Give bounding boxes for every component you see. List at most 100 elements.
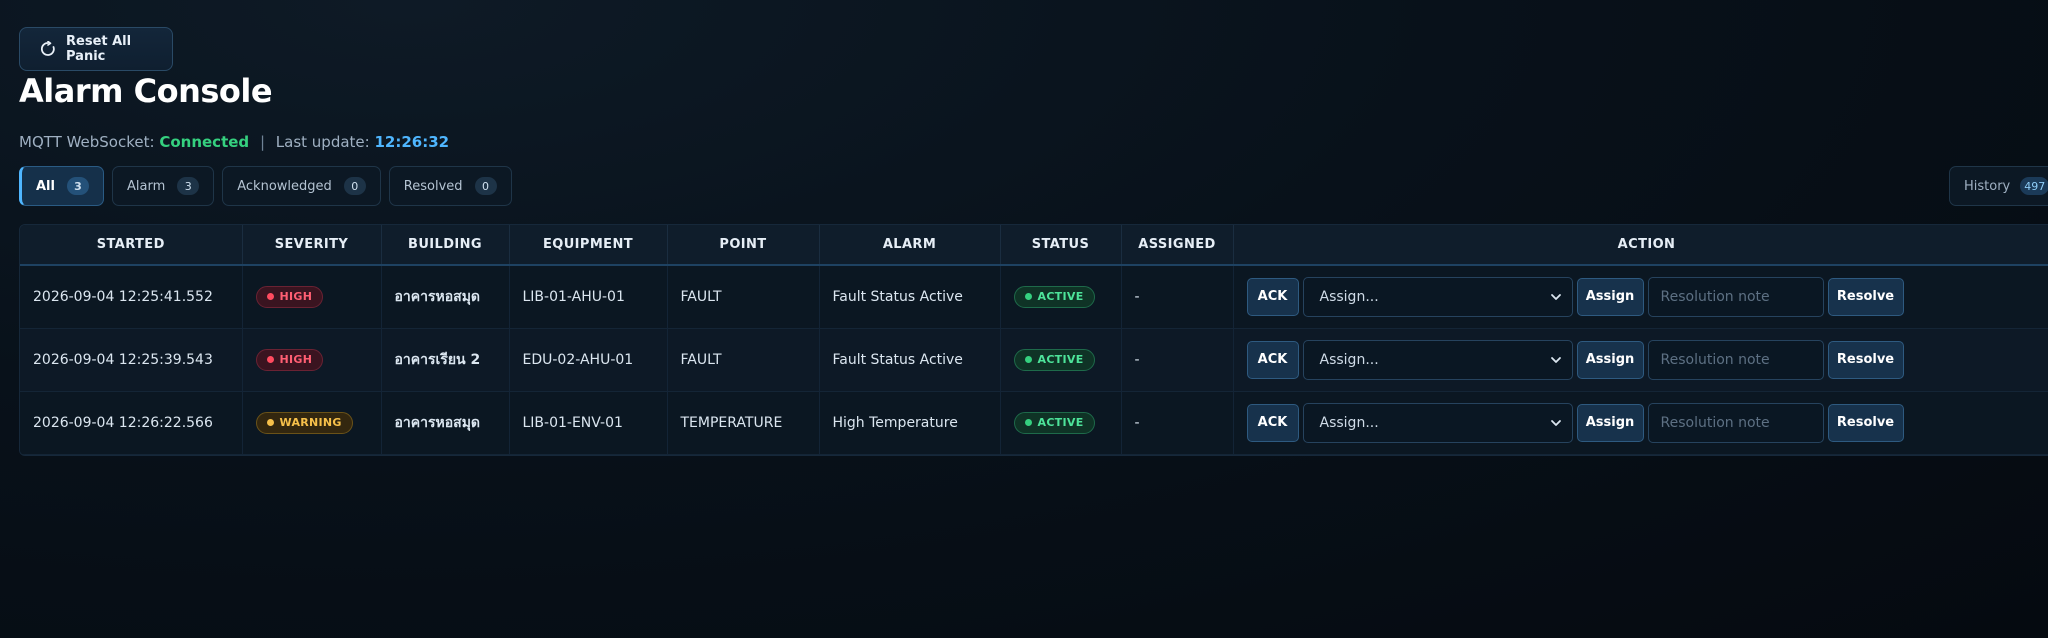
- cell-started: 2026-09-04 12:26:22.566: [20, 391, 243, 454]
- tab-all[interactable]: All 3: [19, 166, 104, 206]
- ack-button[interactable]: ACK: [1246, 403, 1299, 442]
- assign-select-value: Assign...: [1319, 288, 1379, 305]
- ack-button[interactable]: ACK: [1246, 277, 1299, 316]
- assign-button[interactable]: Assign: [1576, 340, 1644, 379]
- cell-assigned: -: [1121, 265, 1234, 328]
- col-equipment[interactable]: EQUIPMENT: [509, 225, 668, 265]
- assign-select-value: Assign...: [1319, 351, 1379, 368]
- cell-building: อาคารหอสมุด: [381, 265, 510, 328]
- cell-building: อาคารหอสมุด: [381, 391, 510, 454]
- col-alarm[interactable]: ALARM: [819, 225, 1001, 265]
- resolve-button[interactable]: Resolve: [1827, 277, 1904, 316]
- table-row: 2026-09-04 12:25:41.552 HIGH อาคารหอสมุด…: [20, 265, 2048, 328]
- severity-dot-icon: [266, 293, 274, 301]
- history-count: 497: [2020, 177, 2048, 195]
- chevron-down-icon: [1550, 417, 1562, 429]
- resolution-note-input[interactable]: Resolution note: [1647, 402, 1824, 443]
- col-action: ACTION: [1233, 225, 2048, 265]
- chevron-down-icon: [1550, 291, 1562, 303]
- cell-started: 2026-09-04 12:25:41.552: [20, 265, 243, 328]
- col-point[interactable]: POINT: [667, 225, 820, 265]
- cell-status: ACTIVE: [1000, 328, 1122, 391]
- table-row: 2026-09-04 12:26:22.566 WARNING อาคารหอส…: [20, 391, 2048, 454]
- col-started[interactable]: STARTED: [20, 225, 243, 265]
- status-badge: ACTIVE: [1013, 348, 1095, 371]
- tab-count: 3: [66, 177, 89, 195]
- severity-dot-icon: [266, 419, 274, 426]
- severity-badge: WARNING: [255, 411, 353, 434]
- filter-tabs: All 3 Alarm 3 Acknowledged 0 Resolved 0: [19, 166, 512, 206]
- col-building[interactable]: BUILDING: [381, 225, 510, 265]
- row-actions: ACK Assign... Assign Resolution note Res…: [1246, 339, 2047, 380]
- tab-label: Resolved: [403, 178, 463, 194]
- cell-alarm: Fault Status Active: [819, 328, 1001, 391]
- severity-badge: HIGH: [255, 285, 324, 308]
- cell-equipment: LIB-01-AHU-01: [509, 265, 668, 328]
- status-badge: ACTIVE: [1013, 411, 1095, 434]
- cell-action: ACK Assign... Assign Resolution note Res…: [1233, 391, 2048, 454]
- alarm-console-page: Reset All Panic Alarm Console MQTT WebSo…: [0, 0, 2048, 638]
- history-button[interactable]: History 497: [1949, 166, 2048, 206]
- status-dot-icon: [1024, 419, 1032, 426]
- col-assigned[interactable]: ASSIGNED: [1121, 225, 1234, 265]
- resolution-note-input[interactable]: Resolution note: [1647, 276, 1824, 317]
- severity-label: HIGH: [279, 353, 313, 366]
- table-row: 2026-09-04 12:25:39.543 HIGH อาคารเรียน …: [20, 328, 2048, 391]
- cell-assigned: -: [1121, 328, 1234, 391]
- cell-severity: WARNING: [242, 391, 382, 454]
- cell-point: FAULT: [667, 328, 820, 391]
- resolve-button[interactable]: Resolve: [1827, 340, 1904, 379]
- history-label: History: [1964, 178, 2011, 194]
- assign-select[interactable]: Assign...: [1302, 276, 1573, 317]
- cell-started: 2026-09-04 12:25:39.543: [20, 328, 243, 391]
- severity-dot-icon: [266, 356, 274, 363]
- resolve-button[interactable]: Resolve: [1827, 403, 1904, 442]
- chevron-down-icon: [1550, 354, 1562, 366]
- table-header-row: STARTED SEVERITY BUILDING EQUIPMENT POIN…: [20, 225, 2048, 265]
- assign-button[interactable]: Assign: [1576, 277, 1644, 316]
- severity-badge: HIGH: [255, 348, 324, 371]
- tab-acknowledged[interactable]: Acknowledged 0: [222, 166, 381, 206]
- page-title: Alarm Console: [19, 72, 273, 110]
- cell-assigned: -: [1121, 391, 1234, 454]
- reset-icon: [40, 41, 56, 57]
- status-dot-icon: [1024, 356, 1032, 363]
- cell-alarm: High Temperature: [819, 391, 1001, 454]
- cell-status: ACTIVE: [1000, 265, 1122, 328]
- assign-select[interactable]: Assign...: [1302, 402, 1573, 443]
- col-status[interactable]: STATUS: [1000, 225, 1122, 265]
- status-label: ACTIVE: [1037, 290, 1084, 304]
- connection-status: MQTT WebSocket: Connected | Last update:…: [19, 133, 449, 151]
- last-update-time: 12:26:32: [374, 133, 450, 151]
- cell-equipment: LIB-01-ENV-01: [509, 391, 668, 454]
- cell-building: อาคารเรียน 2: [381, 328, 510, 391]
- cell-point: TEMPERATURE: [667, 391, 820, 454]
- alarm-table-container: STARTED SEVERITY BUILDING EQUIPMENT POIN…: [19, 224, 2048, 456]
- ack-button[interactable]: ACK: [1246, 340, 1299, 379]
- tab-resolved[interactable]: Resolved 0: [388, 166, 512, 206]
- status-label: ACTIVE: [1037, 416, 1084, 429]
- row-actions: ACK Assign... Assign Resolution note Res…: [1246, 402, 2047, 443]
- cell-point: FAULT: [667, 265, 820, 328]
- status-dot-icon: [1024, 293, 1032, 301]
- tab-label: Acknowledged: [237, 178, 332, 194]
- assign-button[interactable]: Assign: [1576, 403, 1644, 442]
- last-update-label: Last update:: [275, 133, 370, 151]
- reset-all-panic-button[interactable]: Reset All Panic: [19, 27, 173, 71]
- severity-label: HIGH: [279, 290, 313, 304]
- assign-select[interactable]: Assign...: [1302, 339, 1573, 380]
- tab-count: 3: [177, 177, 200, 195]
- tab-label: All: [36, 178, 55, 194]
- resolution-note-input[interactable]: Resolution note: [1647, 339, 1824, 380]
- cell-equipment: EDU-02-AHU-01: [509, 328, 668, 391]
- status-label: ACTIVE: [1037, 353, 1084, 366]
- tab-alarm[interactable]: Alarm 3: [111, 166, 215, 206]
- tab-count: 0: [474, 177, 497, 195]
- connection-state: Connected: [159, 133, 250, 151]
- alarm-table: STARTED SEVERITY BUILDING EQUIPMENT POIN…: [20, 225, 2048, 455]
- tab-label: Alarm: [126, 178, 166, 194]
- reset-all-panic-label: Reset All Panic: [66, 34, 132, 64]
- col-severity[interactable]: SEVERITY: [242, 225, 382, 265]
- cell-severity: HIGH: [242, 328, 382, 391]
- cell-severity: HIGH: [242, 265, 382, 328]
